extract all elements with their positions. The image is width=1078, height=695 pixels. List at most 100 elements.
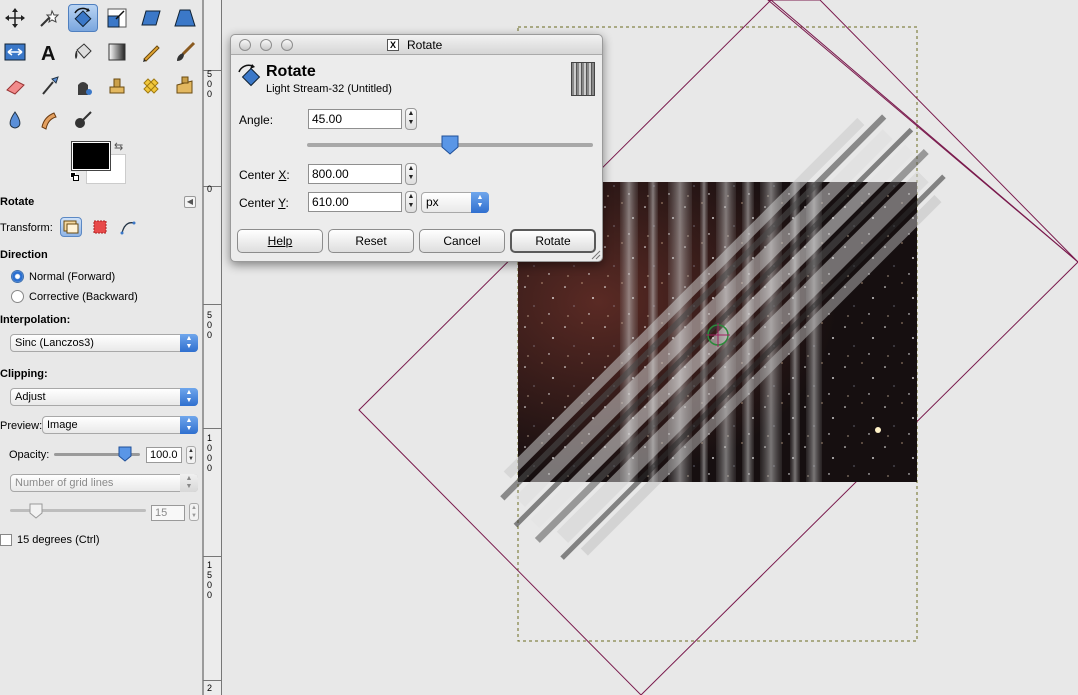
direction-backward-radio[interactable] [11, 290, 24, 303]
paintbrush-tool-icon [177, 41, 196, 61]
airbrush-tool-button[interactable] [34, 72, 64, 100]
eraser-tool-icon [6, 80, 25, 95]
preview-value: Image [47, 419, 78, 431]
rotate-tool-icon [238, 64, 261, 87]
bucket-fill-tool-button[interactable] [68, 38, 98, 66]
ruler-label: 0 [206, 580, 212, 590]
ruler-major-tick [203, 680, 221, 681]
rotate-tool-button[interactable] [68, 4, 98, 32]
minimize-window-button[interactable] [260, 39, 272, 51]
direction-forward-radio[interactable] [11, 270, 24, 283]
center-y-spinner[interactable]: ▲ ▼ [405, 191, 417, 213]
transform-selection-button[interactable] [89, 217, 111, 237]
opacity-value[interactable]: 100.0 [146, 447, 182, 463]
preview-label: Preview: [0, 420, 43, 432]
move-tool-button[interactable] [0, 4, 30, 32]
scale-tool-button[interactable] [102, 4, 132, 32]
clipping-select[interactable]: Adjust ▲ ▼ [10, 388, 198, 406]
dodge-burn-tool-button[interactable] [68, 106, 98, 134]
grid-count-value: 15 [151, 505, 185, 521]
ruler-label: 0 [206, 463, 212, 473]
clipping-value: Adjust [15, 391, 46, 403]
fuzzy-select-tool-button[interactable] [34, 4, 64, 32]
help-button-label: Help [267, 234, 293, 248]
interpolation-select[interactable]: Sinc (Lanczos3) ▲ ▼ [10, 334, 198, 352]
opacity-spinner[interactable]: ▲ ▼ [186, 446, 196, 464]
center-x-label-text: Center [239, 168, 279, 182]
rotate-button[interactable]: Rotate [510, 229, 596, 253]
blur-tool-icon [9, 111, 21, 129]
move-tool-icon [5, 8, 25, 28]
resize-grip-icon[interactable] [591, 250, 601, 260]
pencil-tool-button[interactable] [136, 38, 166, 66]
svg-text:A: A [41, 43, 55, 63]
clipping-label: Clipping: [0, 368, 48, 380]
blend-tool-icon [108, 43, 126, 61]
ruler-label: 0 [206, 184, 212, 194]
center-y-label-text: Center [239, 196, 279, 210]
opacity-label: Opacity: [9, 449, 50, 461]
dialog-titlebar[interactable]: X Rotate [231, 35, 602, 55]
shear-tool-button[interactable] [136, 4, 166, 32]
perspective-tool-button[interactable] [170, 4, 200, 32]
blend-tool-button[interactable] [102, 38, 132, 66]
angle-spinner[interactable]: ▲ ▼ [405, 108, 417, 130]
close-window-button[interactable] [239, 39, 251, 51]
transform-path-button[interactable] [117, 217, 139, 237]
ruler-label: 0 [206, 443, 212, 453]
constrain-label: 15 degrees (Ctrl) [17, 534, 100, 546]
constrain-checkbox[interactable] [0, 534, 12, 546]
opacity-slider-thumb[interactable] [118, 446, 132, 462]
help-button[interactable]: Help [237, 229, 323, 253]
preview-select[interactable]: Image ▲ ▼ [42, 416, 198, 434]
angle-slider-thumb[interactable] [441, 135, 459, 155]
selection-icon [93, 220, 107, 234]
bucket-fill-tool-icon [75, 43, 92, 59]
angle-label: Angle: [239, 113, 274, 127]
zoom-window-button[interactable] [281, 39, 293, 51]
ruler-label: 0 [206, 79, 212, 89]
perspective-clone-tool-button[interactable] [170, 72, 200, 100]
smudge-tool-button[interactable] [34, 106, 64, 134]
swap-colors-icon[interactable]: ⇆ [114, 140, 123, 153]
flip-tool-button[interactable] [0, 38, 30, 66]
grid-lines-select: Number of grid lines ▲ ▼ [10, 474, 198, 492]
rotate-dialog: X Rotate Rotate Light Stream-32 (Untitle… [230, 34, 603, 262]
grid-count-spinner: ▲ ▼ [189, 503, 199, 521]
angle-field[interactable]: 45.00 [308, 109, 402, 129]
center-y-field[interactable]: 610.00 [308, 192, 402, 212]
cancel-button[interactable]: Cancel [419, 229, 505, 253]
layer-thumbnail [571, 62, 595, 96]
dialog-subheading: Light Stream-32 (Untitled) [266, 83, 392, 95]
default-colors-icon[interactable] [70, 172, 80, 182]
fuzzy-select-tool-icon [40, 9, 60, 27]
ink-tool-button[interactable] [68, 72, 98, 100]
unit-select[interactable]: px ▲ ▼ [421, 192, 489, 213]
transform-label: Transform: [0, 222, 53, 234]
ruler-label: 0 [206, 89, 212, 99]
blur-tool-button[interactable] [0, 106, 30, 134]
collapse-arrow-icon[interactable]: ◀ [184, 196, 196, 208]
reset-button[interactable]: Reset [328, 229, 414, 253]
ruler-label: 5 [206, 570, 212, 580]
airbrush-tool-icon [42, 76, 59, 95]
heal-tool-icon [143, 78, 159, 94]
foreground-color-swatch[interactable] [71, 141, 111, 171]
eraser-tool-button[interactable] [0, 72, 30, 100]
clone-tool-icon [109, 78, 125, 94]
heal-tool-button[interactable] [136, 72, 166, 100]
paintbrush-tool-button[interactable] [170, 38, 200, 66]
perspective-clone-tool-icon [176, 76, 193, 94]
perspective-tool-icon [174, 9, 196, 27]
center-x-field[interactable]: 800.00 [308, 164, 402, 184]
center-x-spinner[interactable]: ▲ ▼ [405, 163, 417, 185]
grid-lines-value: Number of grid lines [15, 477, 114, 489]
toolbox-panel: A ⇆ Rotate ◀ Transform: Direction Normal… [0, 0, 202, 695]
text-tool-button[interactable]: A [34, 38, 64, 66]
transform-layer-button[interactable] [60, 217, 82, 237]
dialog-heading: Rotate [266, 63, 316, 80]
grid-count-slider-thumb [29, 503, 43, 519]
center-y-label: Center Y: [239, 196, 289, 210]
vertical-ruler[interactable]: 5 0 0 0 5 0 0 1 0 0 0 1 5 0 0 2 [203, 0, 222, 695]
clone-tool-button[interactable] [102, 72, 132, 100]
